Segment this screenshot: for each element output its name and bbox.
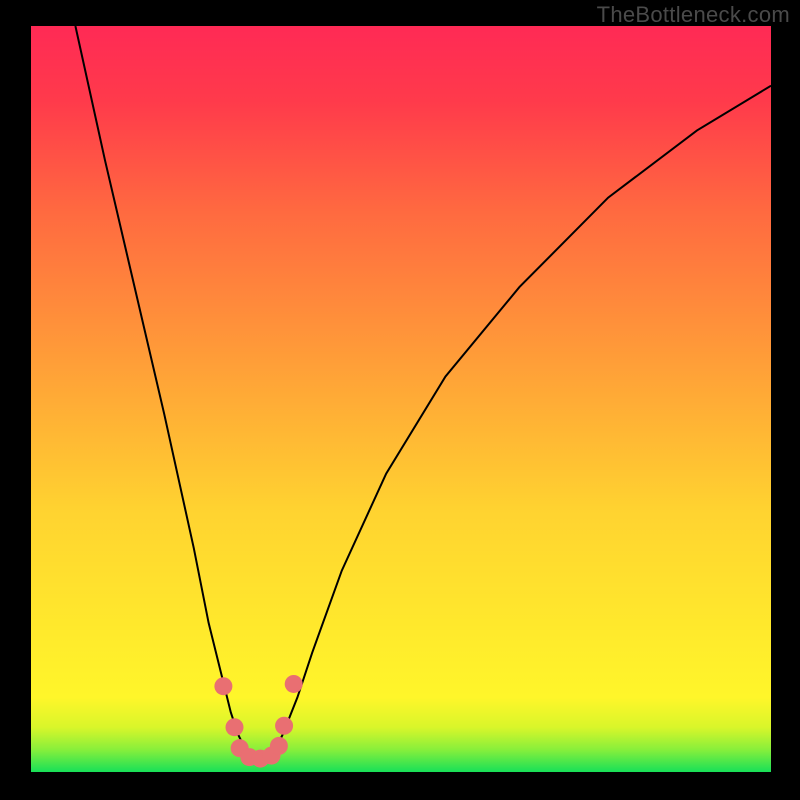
chart-svg [31,26,771,772]
plot-area [31,26,771,772]
marker-dot [275,717,293,735]
chart-frame: TheBottleneck.com [0,0,800,800]
marker-dot [285,675,303,693]
marker-dot [214,677,232,695]
gradient-background [31,26,771,772]
marker-dot [270,737,288,755]
marker-dot [226,718,244,736]
watermark-text: TheBottleneck.com [597,2,790,28]
